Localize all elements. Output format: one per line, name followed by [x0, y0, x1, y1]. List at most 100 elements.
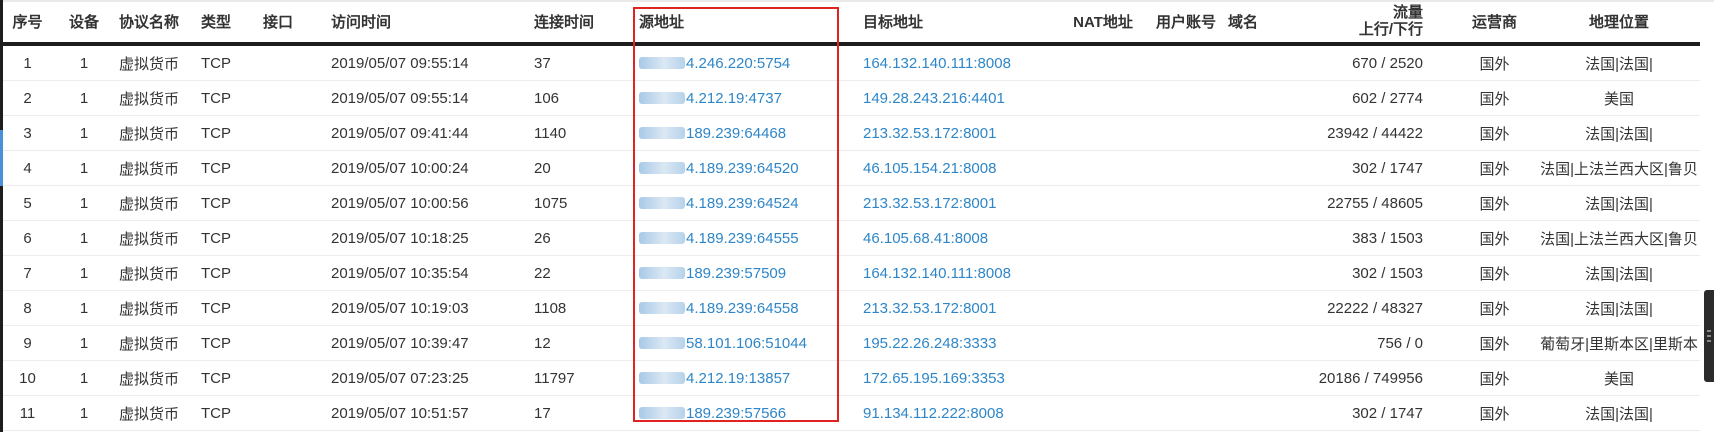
- connection-log-table: 序号 设备 协议名称 类型 接口 访问时间 连接时间 源地址 目标地址 NAT地…: [0, 0, 1700, 431]
- cell-access-time: 2019/05/07 10:35:54: [321, 255, 534, 291]
- cell-source-address[interactable]: 4.212.19:13857: [629, 360, 853, 396]
- col-header-duration[interactable]: 连接时间: [534, 0, 629, 46]
- cell-seq: 5: [0, 185, 55, 221]
- col-header-source-address[interactable]: 源地址: [629, 0, 853, 46]
- col-header-user-account[interactable]: 用户账号: [1144, 0, 1228, 46]
- cell-nat-address: [1062, 44, 1144, 81]
- cell-carrier: 国外: [1451, 395, 1538, 431]
- cell-destination-address[interactable]: 149.28.243.216:4401: [853, 80, 1062, 116]
- cell-destination-address[interactable]: 213.32.53.172:8001: [853, 290, 1062, 326]
- destination-address-link[interactable]: 164.132.140.111:8008: [863, 55, 1011, 72]
- source-address-link[interactable]: 4.189.239:64520: [686, 160, 799, 177]
- source-address-link[interactable]: 4.189.239:64558: [686, 300, 799, 317]
- col-header-type[interactable]: 类型: [195, 0, 257, 46]
- cell-duration: 1140: [534, 115, 629, 151]
- cell-destination-address[interactable]: 91.134.112.222:8008: [853, 395, 1062, 431]
- cell-user-account: [1144, 255, 1228, 291]
- cell-destination-address[interactable]: 172.65.195.169:3353: [853, 360, 1062, 396]
- destination-address-link[interactable]: 164.132.140.111:8008: [863, 265, 1011, 282]
- table-row[interactable]: 11 1 虚拟货币 TCP 2019/05/07 10:51:57 17 189.239:5…: [0, 395, 1700, 431]
- cell-source-address[interactable]: 4.189.239:64558: [629, 290, 853, 326]
- source-address-link[interactable]: 189.239:64468: [686, 125, 786, 142]
- cell-user-account: [1144, 360, 1228, 396]
- cell-interface: [257, 185, 321, 221]
- cell-user-account: [1144, 325, 1228, 361]
- cell-destination-address[interactable]: 213.32.53.172:8001: [853, 185, 1062, 221]
- cell-seq: 11: [0, 395, 55, 431]
- cell-traffic: 22755 / 48605: [1308, 185, 1451, 221]
- cell-traffic: 302 / 1747: [1308, 395, 1451, 431]
- destination-address-link[interactable]: 91.134.112.222:8008: [863, 405, 1004, 422]
- table-row[interactable]: 5 1 虚拟货币 TCP 2019/05/07 10:00:56 1075 4.189.23…: [0, 185, 1700, 221]
- col-header-device[interactable]: 设备: [55, 0, 113, 46]
- destination-address-link[interactable]: 149.28.243.216:4401: [863, 90, 1005, 107]
- cell-geo-location: 法国|上法兰西大区|鲁贝: [1538, 220, 1700, 256]
- cell-geo-location: 葡萄牙|里斯本区|里斯本: [1538, 325, 1700, 361]
- cell-source-address[interactable]: 4.189.239:64555: [629, 220, 853, 256]
- cell-domain: [1228, 44, 1308, 81]
- source-address-link[interactable]: 189.239:57509: [686, 265, 786, 282]
- table-row[interactable]: 7 1 虚拟货币 TCP 2019/05/07 10:35:54 22 189.239:57…: [0, 255, 1700, 291]
- cell-traffic: 302 / 1747: [1308, 150, 1451, 186]
- source-address-link[interactable]: 4.189.239:64524: [686, 195, 799, 212]
- destination-address-link[interactable]: 46.105.154.21:8008: [863, 160, 996, 177]
- col-header-nat-address[interactable]: NAT地址: [1062, 0, 1144, 46]
- table-row[interactable]: 9 1 虚拟货币 TCP 2019/05/07 10:39:47 12 58.101.106…: [0, 325, 1700, 361]
- cell-destination-address[interactable]: 46.105.154.21:8008: [853, 150, 1062, 186]
- cell-source-address[interactable]: 189.239:64468: [629, 115, 853, 151]
- cell-interface: [257, 220, 321, 256]
- table-row[interactable]: 4 1 虚拟货币 TCP 2019/05/07 10:00:24 20 4.189.239:…: [0, 150, 1700, 186]
- scrollbar-handle[interactable]: [1704, 290, 1714, 382]
- table-row[interactable]: 6 1 虚拟货币 TCP 2019/05/07 10:18:25 26 4.189.239:…: [0, 220, 1700, 256]
- redacted-ip-prefix: [639, 126, 685, 139]
- source-address-link[interactable]: 4.189.239:64555: [686, 230, 799, 247]
- cell-duration: 11797: [534, 360, 629, 396]
- destination-address-link[interactable]: 46.105.68.41:8008: [863, 230, 988, 247]
- cell-traffic: 670 / 2520: [1308, 44, 1451, 81]
- source-address-link[interactable]: 189.239:57566: [686, 405, 786, 422]
- source-address-link[interactable]: 4.246.220:5754: [686, 55, 790, 72]
- cell-destination-address[interactable]: 46.105.68.41:8008: [853, 220, 1062, 256]
- col-header-interface[interactable]: 接口: [257, 0, 321, 46]
- cell-destination-address[interactable]: 164.132.140.111:8008: [853, 255, 1062, 291]
- col-header-access-time[interactable]: 访问时间: [321, 0, 534, 46]
- col-header-destination-address[interactable]: 目标地址: [853, 0, 1062, 46]
- col-header-protocol[interactable]: 协议名称: [113, 0, 195, 46]
- col-header-geo-location[interactable]: 地理位置: [1538, 0, 1700, 46]
- cell-domain: [1228, 115, 1308, 151]
- col-header-traffic[interactable]: 流量 上行/下行: [1308, 0, 1451, 46]
- cell-source-address[interactable]: 4.212.19:4737: [629, 80, 853, 116]
- destination-address-link[interactable]: 172.65.195.169:3353: [863, 370, 1005, 387]
- col-header-seq[interactable]: 序号: [0, 0, 55, 46]
- cell-source-address[interactable]: 58.101.106:51044: [629, 325, 853, 361]
- table-row[interactable]: 1 1 虚拟货币 TCP 2019/05/07 09:55:14 37 4.246.220:…: [0, 44, 1700, 81]
- source-address-link[interactable]: 4.212.19:13857: [686, 370, 790, 387]
- col-header-domain[interactable]: 域名: [1228, 0, 1308, 46]
- cell-source-address[interactable]: 189.239:57566: [629, 395, 853, 431]
- cell-destination-address[interactable]: 164.132.140.111:8008: [853, 44, 1062, 81]
- source-address-link[interactable]: 4.212.19:4737: [686, 90, 782, 107]
- col-header-carrier[interactable]: 运营商: [1451, 0, 1538, 46]
- destination-address-link[interactable]: 195.22.26.248:3333: [863, 335, 996, 352]
- cell-source-address[interactable]: 4.189.239:64524: [629, 185, 853, 221]
- cell-source-address[interactable]: 189.239:57509: [629, 255, 853, 291]
- destination-address-link[interactable]: 213.32.53.172:8001: [863, 300, 996, 317]
- left-edge-accent: [0, 130, 3, 186]
- cell-duration: 12: [534, 325, 629, 361]
- destination-address-link[interactable]: 213.32.53.172:8001: [863, 125, 996, 142]
- table-row[interactable]: 8 1 虚拟货币 TCP 2019/05/07 10:19:03 1108 4.189.23…: [0, 290, 1700, 326]
- table-row[interactable]: 3 1 虚拟货币 TCP 2019/05/07 09:41:44 1140 189.239:…: [0, 115, 1700, 151]
- cell-source-address[interactable]: 4.189.239:64520: [629, 150, 853, 186]
- cell-access-time: 2019/05/07 10:00:56: [321, 185, 534, 221]
- cell-destination-address[interactable]: 195.22.26.248:3333: [853, 325, 1062, 361]
- destination-address-link[interactable]: 213.32.53.172:8001: [863, 195, 996, 212]
- cell-destination-address[interactable]: 213.32.53.172:8001: [853, 115, 1062, 151]
- left-edge-bar: [0, 0, 3, 432]
- cell-type: TCP: [195, 185, 257, 221]
- source-address-link[interactable]: 58.101.106:51044: [686, 335, 807, 352]
- table-row[interactable]: 10 1 虚拟货币 TCP 2019/05/07 07:23:25 11797 4.212.…: [0, 360, 1700, 396]
- cell-source-address[interactable]: 4.246.220:5754: [629, 44, 853, 81]
- redacted-ip-prefix: [639, 196, 685, 209]
- cell-access-time: 2019/05/07 09:41:44: [321, 115, 534, 151]
- table-row[interactable]: 2 1 虚拟货币 TCP 2019/05/07 09:55:14 106 4.212.19:…: [0, 80, 1700, 116]
